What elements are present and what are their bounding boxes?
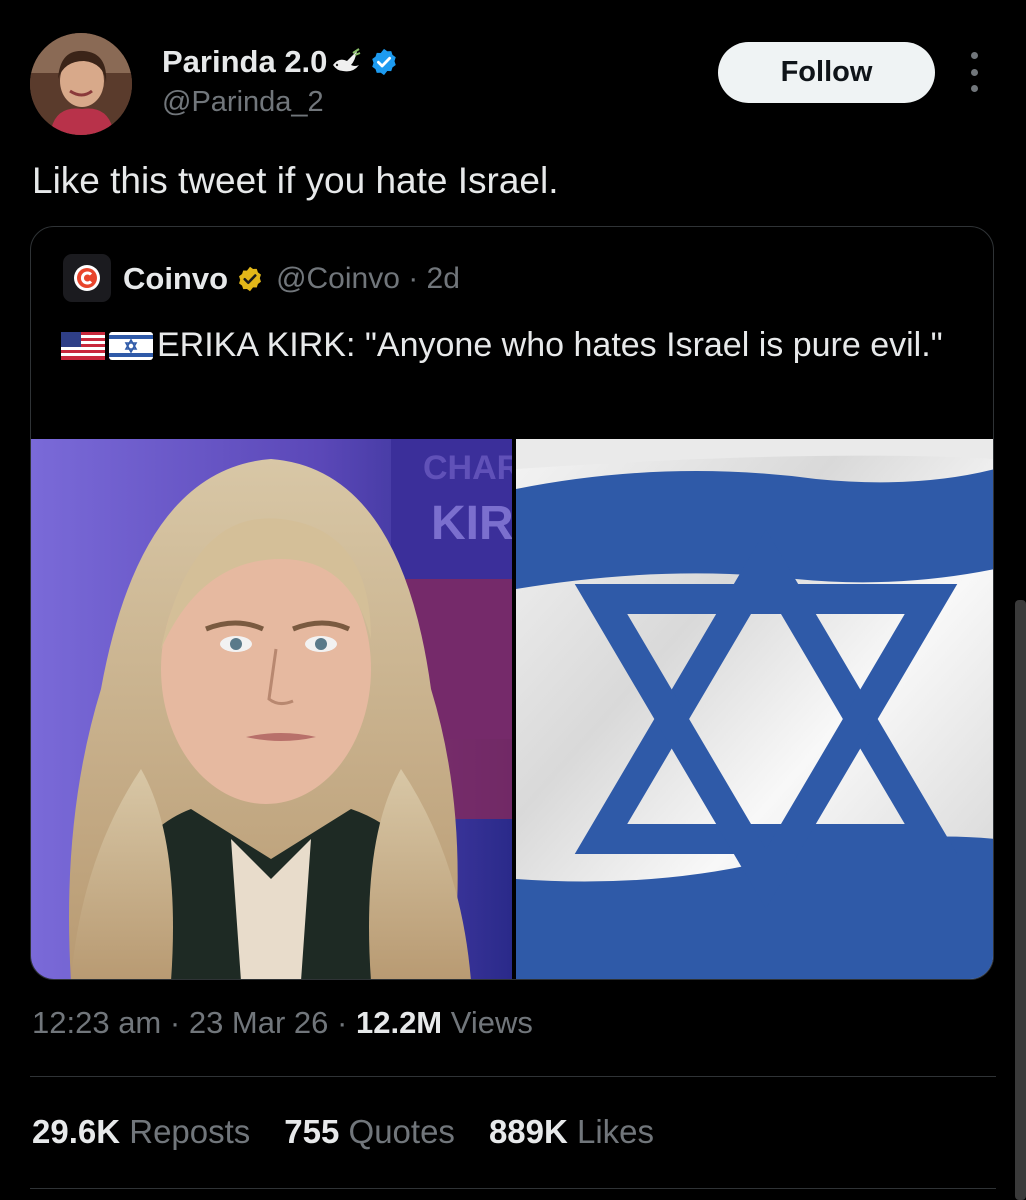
quoted-media[interactable]: CHAR KIR	[31, 439, 993, 979]
views-count: 12.2M	[355, 1005, 443, 1040]
tweet-meta-row: 12:23 am · 23 Mar 26 · 12.2M Views	[32, 1005, 533, 1040]
quoted-tweet-card[interactable]: Coinvo @Coinvo · 2d ERIKA KIRK: "Anyone …	[30, 226, 994, 980]
reposts-stat[interactable]: 29.6K Reposts	[32, 1113, 250, 1151]
gold-verified-badge-icon	[236, 265, 264, 293]
media-photo-israel-flag[interactable]	[516, 439, 993, 979]
tweet-time[interactable]: 12:23 am	[32, 1005, 161, 1040]
us-flag-icon	[61, 328, 105, 371]
author-display-name[interactable]: Parinda 2.0	[162, 44, 327, 80]
divider	[30, 1076, 996, 1077]
dove-icon	[329, 47, 363, 77]
scrollbar[interactable]	[1015, 600, 1026, 1200]
quoted-handle-time[interactable]: @Coinvo · 2d	[276, 262, 460, 296]
svg-text:KIR: KIR	[431, 497, 512, 550]
coinvo-logo-icon[interactable]	[63, 254, 111, 302]
quoted-author-name[interactable]: Coinvo	[123, 261, 228, 297]
engagement-stats: 29.6K Reposts 755 Quotes 889K Likes	[32, 1113, 688, 1151]
author-handle[interactable]: @Parinda_2	[162, 86, 324, 119]
author-avatar[interactable]	[30, 33, 132, 135]
views-label: Views	[450, 1005, 533, 1040]
quoted-tweet-text: ERIKA KIRK: "Anyone who hates Israel is …	[157, 326, 943, 364]
follow-button[interactable]: Follow	[718, 42, 935, 103]
likes-stat[interactable]: 889K Likes	[489, 1113, 654, 1151]
verified-badge-icon	[369, 47, 399, 77]
israel-flag-icon	[109, 328, 153, 371]
tweet-date[interactable]: 23 Mar 26	[189, 1005, 329, 1040]
media-photo-person[interactable]: CHAR KIR	[31, 439, 512, 979]
quoted-tweet-text-block: ERIKA KIRK: "Anyone who hates Israel is …	[61, 324, 961, 371]
tweet-text: Like this tweet if you hate Israel.	[32, 160, 559, 201]
divider	[30, 1188, 996, 1189]
more-options-icon[interactable]	[962, 52, 986, 92]
quotes-stat[interactable]: 755 Quotes	[284, 1113, 455, 1151]
svg-text:CHAR: CHAR	[423, 449, 512, 487]
